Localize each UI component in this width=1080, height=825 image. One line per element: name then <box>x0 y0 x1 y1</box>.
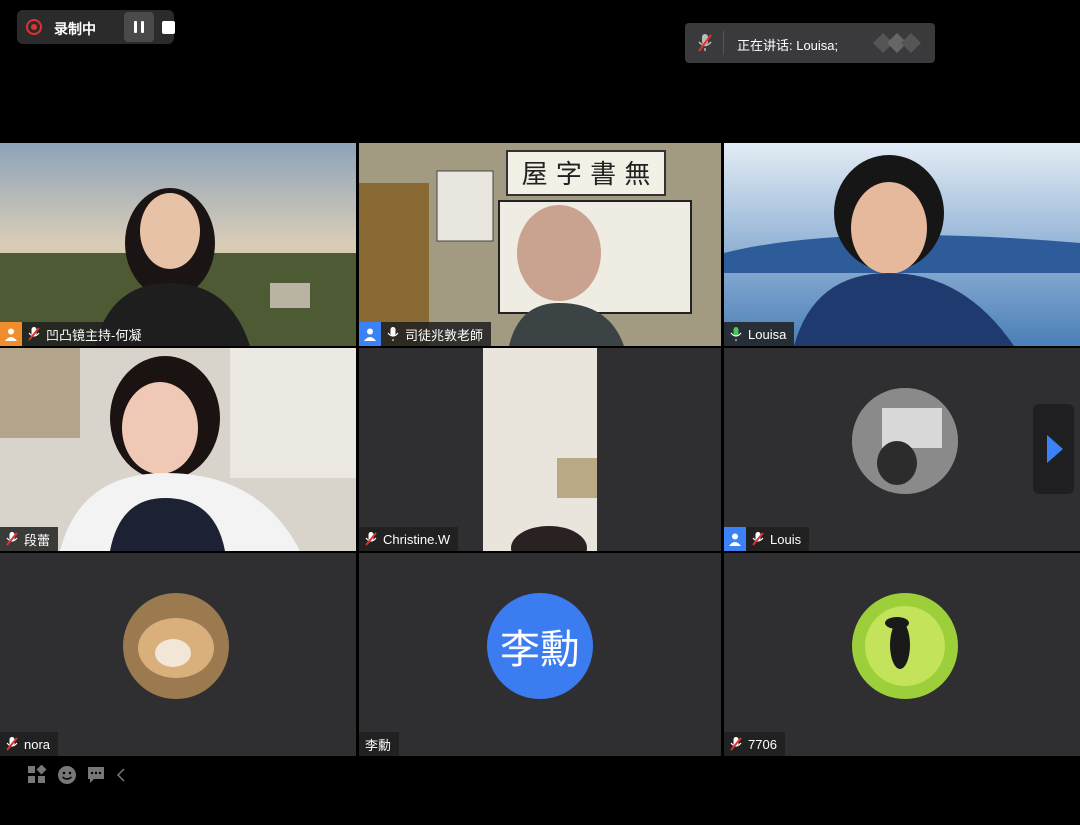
muted-mic-icon <box>365 532 377 546</box>
mic-icon <box>387 327 399 341</box>
recording-controls: 录制中 <box>17 10 175 44</box>
bottom-toolbar <box>0 757 1080 825</box>
speaking-indicator: 正在讲话: Louisa; <box>685 23 935 63</box>
participant-name: nora <box>24 736 51 752</box>
participant-nametag: 凹凸镜主持-何凝 <box>0 322 150 346</box>
participant-name: 司徒兆敦老師 <box>405 327 484 343</box>
muted-mic-icon <box>28 327 40 341</box>
participant-name: Louis <box>770 531 802 547</box>
watermark-logo-icon <box>873 33 921 53</box>
video-tile-situ[interactable]: 屋 字 書 無 司徒兆敦老師 <box>359 143 721 346</box>
participant-avatar <box>852 593 958 699</box>
video-tile-7706[interactable]: 7706 <box>724 553 1080 756</box>
participant-nametag: 段蕾 <box>0 527 59 551</box>
participant-avatar <box>852 388 958 494</box>
apps-icon[interactable] <box>27 765 47 785</box>
participant-nametag: Louis <box>724 527 810 551</box>
participant-name: 李勳 <box>365 737 392 753</box>
emoji-icon[interactable] <box>57 765 77 785</box>
pause-recording-button[interactable] <box>124 12 154 42</box>
duanlei-video <box>0 348 356 551</box>
participant-name: Christine.W <box>383 531 451 547</box>
collapse-chevron-icon[interactable] <box>116 768 126 782</box>
participant-nametag: 7706 <box>724 732 785 756</box>
participant-name: 凹凸镜主持-何凝 <box>46 327 142 343</box>
participant-nametag: Christine.W <box>359 527 459 551</box>
muted-mic-icon <box>698 34 712 52</box>
user-icon <box>359 322 381 346</box>
participant-avatar <box>123 593 229 699</box>
speaking-text: 正在讲话: Louisa; <box>737 38 839 53</box>
muted-mic-icon <box>6 737 18 751</box>
svg-text:屋 字 書 無: 屋 字 書 無 <box>522 160 651 190</box>
recording-label: 录制中 <box>54 21 96 37</box>
stop-recording-button[interactable] <box>154 12 184 42</box>
muted-mic-icon <box>6 532 18 546</box>
video-tile-nora[interactable]: nora <box>0 553 356 756</box>
host-video <box>0 143 356 346</box>
participant-initials-avatar: 李勳 <box>487 593 593 699</box>
situ-video: 屋 字 書 無 <box>359 143 721 346</box>
muted-mic-icon <box>730 737 742 751</box>
christine-video <box>483 348 597 551</box>
participant-name: Louisa <box>748 326 787 342</box>
participant-name: 7706 <box>748 736 777 752</box>
mic-icon <box>730 327 742 341</box>
video-tile-christine[interactable]: Christine.W <box>359 348 721 551</box>
participant-name: 段蕾 <box>24 532 51 548</box>
video-tile-louisa[interactable]: Louisa <box>724 143 1080 346</box>
user-icon <box>724 527 746 551</box>
video-tile-louis[interactable]: Louis <box>724 348 1080 551</box>
next-page-button[interactable] <box>1033 404 1074 494</box>
louisa-video <box>724 143 1080 346</box>
chat-icon[interactable] <box>86 765 106 785</box>
video-tile-duanlei[interactable]: 段蕾 <box>0 348 356 551</box>
video-tile-lixun[interactable]: 李勳 李勳 <box>359 553 721 756</box>
muted-mic-icon <box>752 532 764 546</box>
host-badge-icon <box>0 322 22 346</box>
record-icon <box>26 19 42 35</box>
video-tile-host[interactable]: 凹凸镜主持-何凝 <box>0 143 356 346</box>
participant-nametag: 司徒兆敦老師 <box>359 322 492 346</box>
participant-nametag: nora <box>0 732 59 756</box>
participant-nametag: Louisa <box>724 322 795 346</box>
participant-nametag: 李勳 <box>359 732 400 756</box>
